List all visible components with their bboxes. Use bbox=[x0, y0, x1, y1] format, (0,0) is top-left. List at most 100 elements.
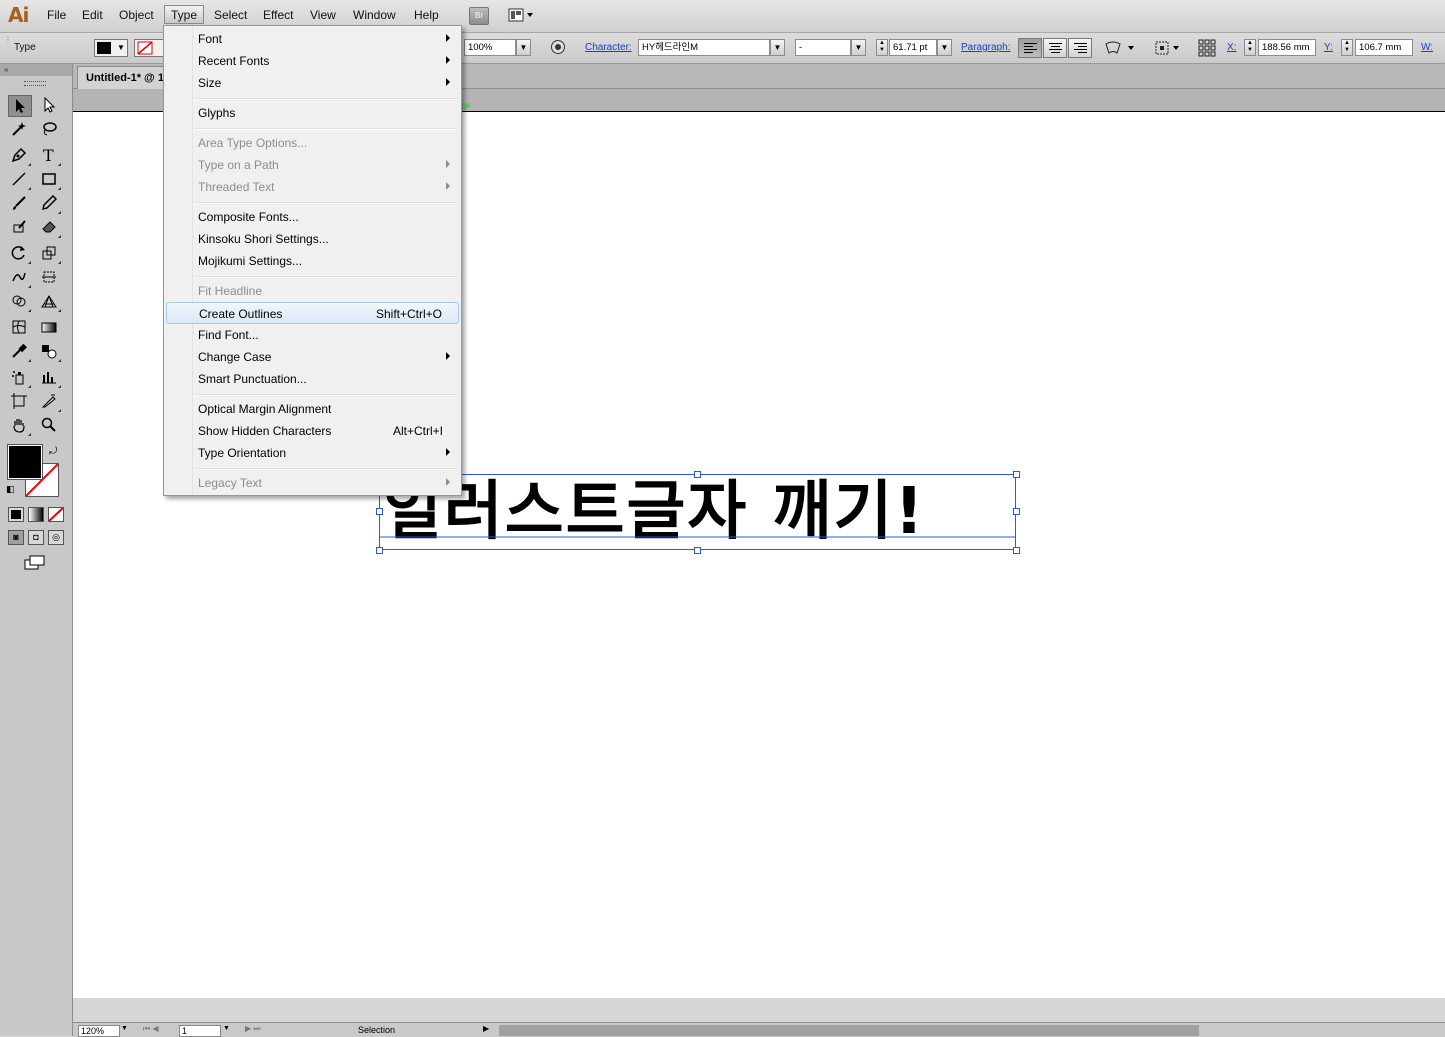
blob-brush-tool-icon[interactable] bbox=[8, 217, 32, 239]
pen-tool-icon[interactable] bbox=[8, 145, 32, 167]
opacity-dropdown-icon[interactable]: ▼ bbox=[516, 39, 531, 56]
menu-effect[interactable]: Effect bbox=[258, 6, 298, 25]
menu-edit[interactable]: Edit bbox=[77, 6, 108, 25]
fill-swatch[interactable]: ▼ bbox=[94, 39, 128, 57]
menu-item-change-case[interactable]: Change Case bbox=[166, 346, 459, 368]
page-dropdown-icon[interactable]: ▼ bbox=[223, 1025, 230, 1032]
handle-middle-left[interactable] bbox=[376, 508, 383, 515]
menu-item-smart-punctuation[interactable]: Smart Punctuation... bbox=[166, 368, 459, 390]
zoom-field[interactable]: 120% bbox=[78, 1025, 120, 1037]
magic-wand-tool-icon[interactable] bbox=[8, 119, 32, 141]
horizontal-scrollbar[interactable] bbox=[499, 1025, 1199, 1036]
menu-object[interactable]: Object bbox=[114, 6, 159, 25]
bridge-button[interactable]: Br bbox=[469, 7, 489, 25]
workspace-switcher-icon[interactable] bbox=[508, 8, 534, 22]
font-style-field[interactable]: - bbox=[795, 39, 851, 56]
font-size-dropdown-icon[interactable]: ▼ bbox=[937, 39, 952, 56]
menu-item-composite-fonts[interactable]: Composite Fonts... bbox=[166, 206, 459, 228]
rotate-tool-icon[interactable] bbox=[8, 243, 32, 265]
font-size-stepper[interactable]: ▲ ▼ bbox=[876, 39, 888, 56]
hand-tool-icon[interactable] bbox=[8, 415, 32, 437]
screen-mode-icon[interactable] bbox=[24, 555, 46, 571]
pencil-tool-icon[interactable] bbox=[38, 193, 62, 215]
scale-tool-icon[interactable] bbox=[38, 243, 62, 265]
selection-tool-icon[interactable] bbox=[8, 95, 32, 117]
handle-middle-right[interactable] bbox=[1013, 508, 1020, 515]
direct-selection-tool-icon[interactable] bbox=[38, 95, 62, 117]
menu-help[interactable]: Help bbox=[409, 6, 444, 25]
menu-item-font[interactable]: Font bbox=[166, 28, 459, 50]
last-page-icon[interactable]: ▶ ⏭ bbox=[245, 1024, 261, 1034]
gradient-tool-icon[interactable] bbox=[38, 317, 62, 339]
slice-tool-icon[interactable] bbox=[38, 391, 62, 413]
menu-item-find-font[interactable]: Find Font... bbox=[166, 324, 459, 346]
color-mode-button[interactable] bbox=[8, 507, 24, 522]
blend-tool-icon[interactable] bbox=[38, 341, 62, 363]
free-transform-tool-icon[interactable] bbox=[38, 267, 62, 289]
draw-behind-icon[interactable]: ◘ bbox=[28, 530, 44, 545]
warp-tool-icon[interactable] bbox=[8, 267, 32, 289]
symbol-sprayer-tool-icon[interactable] bbox=[8, 367, 32, 389]
menu-item-optical-margin-alignment[interactable]: Optical Margin Alignment bbox=[166, 398, 459, 420]
menu-item-recent-fonts[interactable]: Recent Fonts bbox=[166, 50, 459, 72]
paragraph-panel-link[interactable]: Paragraph: bbox=[961, 42, 1010, 53]
mesh-tool-icon[interactable] bbox=[8, 317, 32, 339]
handle-bottom-right[interactable] bbox=[1013, 547, 1020, 554]
status-menu-icon[interactable]: ▶ bbox=[483, 1024, 489, 1033]
menu-item-mojikumi-settings[interactable]: Mojikumi Settings... bbox=[166, 250, 459, 272]
envelope-distort-icon[interactable] bbox=[1104, 40, 1134, 58]
none-mode-button[interactable] bbox=[48, 507, 64, 522]
selected-text-object[interactable]: 일러스트글자 깨기! bbox=[376, 471, 1020, 554]
draw-inside-icon[interactable]: ◎ bbox=[48, 530, 64, 545]
gradient-mode-button[interactable] bbox=[28, 507, 44, 522]
perspective-grid-tool-icon[interactable] bbox=[38, 291, 62, 313]
y-stepper[interactable]: ▲ ▼ bbox=[1341, 39, 1353, 56]
align-left-button[interactable] bbox=[1018, 38, 1042, 58]
first-page-icon[interactable]: ⏮ ◀ bbox=[143, 1024, 159, 1034]
x-coordinate-label[interactable]: X: bbox=[1227, 42, 1236, 53]
menu-item-show-hidden-characters[interactable]: Show Hidden Characters Alt+Ctrl+I bbox=[166, 420, 459, 442]
fill-dropdown-icon[interactable]: ▼ bbox=[117, 43, 125, 52]
x-stepper[interactable]: ▲ ▼ bbox=[1244, 39, 1256, 56]
stroke-swatch[interactable] bbox=[134, 39, 164, 57]
status-text[interactable]: Selection bbox=[358, 1025, 395, 1035]
eraser-tool-icon[interactable] bbox=[38, 217, 62, 239]
y-coordinate-field[interactable]: 106.7 mm bbox=[1355, 39, 1413, 56]
isolate-group-icon[interactable] bbox=[1154, 40, 1179, 58]
zoom-dropdown-icon[interactable]: ▼ bbox=[121, 1025, 128, 1032]
reference-point-icon[interactable] bbox=[1198, 39, 1216, 57]
tools-grip-icon[interactable] bbox=[24, 81, 46, 86]
type-tool-icon[interactable]: T bbox=[38, 145, 62, 167]
x-coordinate-field[interactable]: 188.56 mm bbox=[1258, 39, 1316, 56]
column-graph-tool-icon[interactable] bbox=[38, 367, 62, 389]
lasso-tool-icon[interactable] bbox=[38, 119, 62, 141]
menu-item-create-outlines[interactable]: Create Outlines Shift+Ctrl+O bbox=[166, 302, 459, 324]
panel-grip-icon[interactable]: ⋮ bbox=[4, 35, 12, 44]
menu-type[interactable]: Type bbox=[164, 5, 205, 24]
artboard-tool-icon[interactable] bbox=[8, 391, 32, 413]
handle-top-right[interactable] bbox=[1013, 471, 1020, 478]
font-family-field[interactable]: HY헤드라인M bbox=[638, 39, 770, 56]
menu-view[interactable]: View bbox=[305, 6, 341, 25]
handle-bottom-center[interactable] bbox=[694, 547, 701, 554]
shape-builder-tool-icon[interactable] bbox=[8, 291, 32, 313]
align-center-button[interactable] bbox=[1043, 38, 1067, 58]
menu-item-type-orientation[interactable]: Type Orientation bbox=[166, 442, 459, 464]
handle-bottom-left[interactable] bbox=[376, 547, 383, 554]
zoom-tool-icon[interactable] bbox=[38, 415, 62, 437]
draw-normal-icon[interactable]: ◙ bbox=[8, 530, 24, 545]
menu-window[interactable]: Window bbox=[348, 6, 401, 25]
line-segment-tool-icon[interactable] bbox=[8, 169, 32, 191]
character-panel-link[interactable]: Character: bbox=[585, 42, 632, 53]
page-field[interactable]: 1 bbox=[179, 1025, 221, 1037]
opacity-field[interactable]: 100% bbox=[464, 39, 516, 56]
align-right-button[interactable] bbox=[1068, 38, 1092, 58]
menu-item-glyphs[interactable]: Glyphs bbox=[166, 102, 459, 124]
recolor-artwork-icon[interactable] bbox=[550, 39, 568, 57]
swap-fill-stroke-icon[interactable]: ⤾ bbox=[49, 446, 57, 457]
menu-file[interactable]: File bbox=[42, 6, 71, 25]
paintbrush-tool-icon[interactable] bbox=[8, 193, 32, 215]
menu-select[interactable]: Select bbox=[209, 6, 252, 25]
default-fill-stroke-icon[interactable]: ◧ bbox=[6, 484, 15, 495]
tools-panel-collapse-icon[interactable]: « bbox=[0, 64, 72, 76]
